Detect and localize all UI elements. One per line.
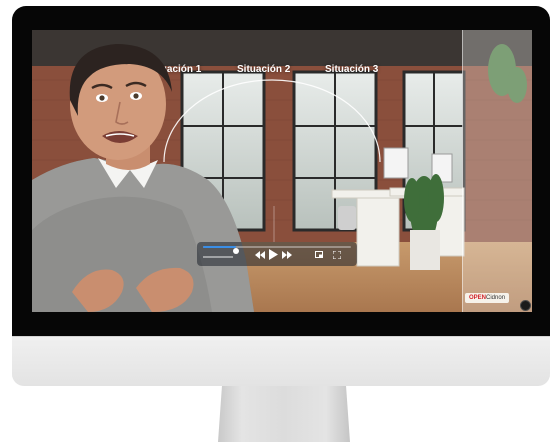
video-screen[interactable]: Situación 1 Situación 2 Situación 3 OPEN… <box>32 30 532 312</box>
logo: OPENCidnon <box>465 293 510 303</box>
pip-icon[interactable] <box>315 251 323 258</box>
monitor-mockup: Situación 1 Situación 2 Situación 3 OPEN… <box>0 0 550 442</box>
situation-label-3[interactable]: Situación 3 <box>325 64 378 75</box>
rewind-icon[interactable] <box>255 251 265 259</box>
volume-slider[interactable] <box>203 256 233 258</box>
progress-bar[interactable] <box>203 246 351 254</box>
fullscreen-icon[interactable] <box>333 251 341 259</box>
logo-text-b: Cidnon <box>486 295 506 301</box>
presenter <box>32 30 262 312</box>
video-controls[interactable] <box>197 242 357 266</box>
progress-fill <box>203 246 236 248</box>
logo-text-a: OPEN <box>469 295 487 301</box>
progress-thumb[interactable] <box>232 248 239 254</box>
fast-forward-icon[interactable] <box>282 251 292 259</box>
monitor-chin <box>12 336 550 386</box>
side-overlay-panel <box>462 30 532 312</box>
monitor-stand <box>218 386 350 442</box>
play-icon[interactable] <box>269 249 278 260</box>
corner-icon[interactable] <box>520 300 531 311</box>
